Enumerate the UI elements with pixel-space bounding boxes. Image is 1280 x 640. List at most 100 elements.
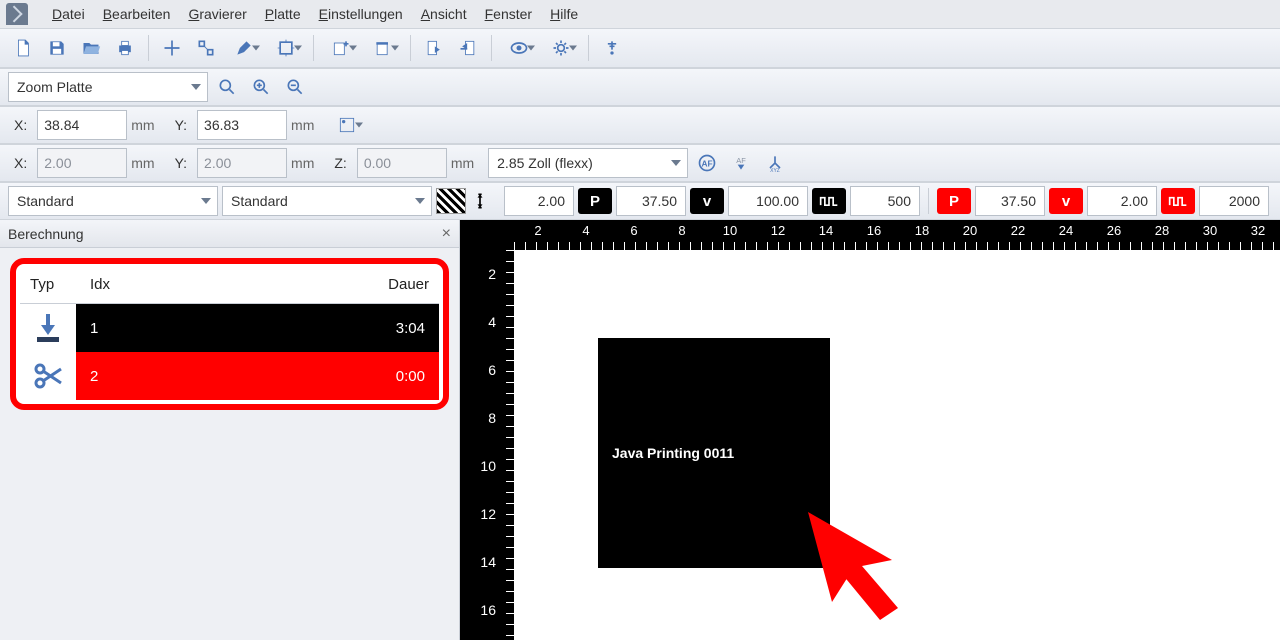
ruler-tick: 16: [480, 602, 496, 618]
coord-toolbar-1: X: 38.84 mm Y: 36.83 mm: [0, 106, 1280, 144]
freq-black-value[interactable]: 500: [850, 186, 920, 216]
y-value: 36.83: [204, 117, 239, 133]
y2-field: 2.00: [197, 148, 287, 178]
ruler-tick: 24: [1059, 223, 1073, 238]
separator: [410, 35, 411, 61]
material-combo[interactable]: Standard: [8, 186, 218, 216]
speed-black-icon: v: [690, 188, 724, 214]
ruler-tick: 18: [915, 223, 929, 238]
print-icon[interactable]: [110, 33, 140, 63]
separator: [928, 188, 929, 214]
x-value: 38.84: [44, 117, 79, 133]
snap-icon[interactable]: [191, 33, 221, 63]
speed-red-value[interactable]: 2.00: [1087, 186, 1157, 216]
job-label: Java Printing 0011: [612, 445, 734, 461]
visibility-icon[interactable]: [500, 33, 538, 63]
save-icon[interactable]: [42, 33, 72, 63]
ruler-tick: 28: [1155, 223, 1169, 238]
separator: [491, 35, 492, 61]
layer-delete-icon[interactable]: [364, 33, 402, 63]
x-field[interactable]: 38.84: [37, 110, 127, 140]
menu-settings[interactable]: Einstellungen: [319, 6, 403, 22]
close-icon[interactable]: ×: [442, 225, 451, 243]
menu-file[interactable]: DDateiatei: [52, 6, 85, 22]
ruler-tick: 4: [582, 223, 589, 238]
ruler-tick: 10: [723, 223, 737, 238]
power-black-value[interactable]: 37.50: [616, 186, 686, 216]
ruler-tick: 14: [819, 223, 833, 238]
import-icon[interactable]: [419, 33, 449, 63]
ruler-tick: 8: [488, 410, 496, 426]
separator: [148, 35, 149, 61]
panel-header: Berechnung ×: [0, 220, 459, 248]
align-icon[interactable]: [157, 33, 187, 63]
ruler-tick: 4: [488, 314, 496, 330]
table-row[interactable]: 1 3:04: [20, 304, 439, 352]
freq-black-icon: [812, 188, 846, 214]
menu-engraver[interactable]: Gravierer: [188, 6, 246, 22]
artwork-area[interactable]: Java Printing 0011: [514, 250, 1280, 640]
z2-value: 0.00: [364, 155, 391, 171]
calculation-table: Typ Idx Dauer 1 3:04: [20, 268, 439, 400]
menu-window[interactable]: Fenster: [485, 6, 532, 22]
cursor-arrow-icon: [796, 500, 916, 625]
focus-down-icon[interactable]: AF: [726, 148, 756, 178]
menu-bar: DDateiatei Bearbeiten Gravierer Platte E…: [0, 0, 1280, 28]
export-icon[interactable]: [453, 33, 483, 63]
svg-text:AF: AF: [702, 158, 713, 168]
y-field[interactable]: 36.83: [197, 110, 287, 140]
laser-icon[interactable]: [597, 33, 627, 63]
lens-combo[interactable]: 2.85 Zoll (flexx): [488, 148, 688, 178]
panel-title: Berechnung: [8, 226, 84, 242]
table-row[interactable]: 2 0:00: [20, 352, 439, 400]
z2-unit: mm: [451, 155, 484, 171]
x2-unit: mm: [131, 155, 164, 171]
process-combo[interactable]: Standard: [222, 186, 432, 216]
ruler-tick: 32: [1251, 223, 1265, 238]
xyz-home-icon[interactable]: XYZ: [760, 148, 790, 178]
hatch-value[interactable]: 2.00: [504, 186, 574, 216]
zoom-out-icon[interactable]: [280, 72, 310, 102]
ruler-tick: 6: [488, 362, 496, 378]
svg-text:AF: AF: [736, 156, 746, 165]
pen-icon[interactable]: [225, 33, 263, 63]
ruler-tick: 16: [867, 223, 881, 238]
gear-icon[interactable]: [542, 33, 580, 63]
transform-icon[interactable]: [267, 33, 305, 63]
lens-combo-label: 2.85 Zoll (flexx): [497, 155, 593, 171]
menu-plate[interactable]: Platte: [265, 6, 301, 22]
freq-red-value[interactable]: 2000: [1199, 186, 1269, 216]
y-unit: mm: [291, 117, 324, 133]
menu-help[interactable]: Hilfe: [550, 6, 578, 22]
ruler-tick: 14: [480, 554, 496, 570]
x2-value: 2.00: [44, 155, 71, 171]
canvas[interactable]: 2468101214161820222426283032 24681012141…: [460, 220, 1280, 640]
autofocus-icon[interactable]: AF: [692, 148, 722, 178]
new-icon[interactable]: [8, 33, 38, 63]
ruler-tick: 8: [678, 223, 685, 238]
main-toolbar: [0, 28, 1280, 68]
y2-label: Y:: [169, 155, 193, 171]
panel-body: Typ Idx Dauer 1 3:04: [0, 248, 459, 640]
speed-black-value[interactable]: 100.00: [728, 186, 808, 216]
ruler-tick: 2: [488, 266, 496, 282]
y2-value: 2.00: [204, 155, 231, 171]
col-idx: Idx: [80, 268, 140, 304]
x-label: X:: [8, 117, 33, 133]
menu-edit[interactable]: Bearbeiten: [103, 6, 171, 22]
power-red-value[interactable]: 37.50: [975, 186, 1045, 216]
origin-icon[interactable]: [328, 110, 366, 140]
layer-add-icon[interactable]: [322, 33, 360, 63]
zoom-fit-icon[interactable]: [212, 72, 242, 102]
zoom-in-icon[interactable]: [246, 72, 276, 102]
ruler-tick: 2: [534, 223, 541, 238]
open-icon[interactable]: [76, 33, 106, 63]
zoom-combo-label: Zoom Platte: [17, 79, 92, 95]
engrave-icon: [20, 304, 76, 352]
menu-view[interactable]: Ansicht: [421, 6, 467, 22]
ruler-tick: 26: [1107, 223, 1121, 238]
ruler-tick: 22: [1011, 223, 1025, 238]
zoom-combo[interactable]: Zoom Platte: [8, 72, 208, 102]
x2-label: X:: [8, 155, 33, 171]
power-red-icon: P: [937, 188, 971, 214]
